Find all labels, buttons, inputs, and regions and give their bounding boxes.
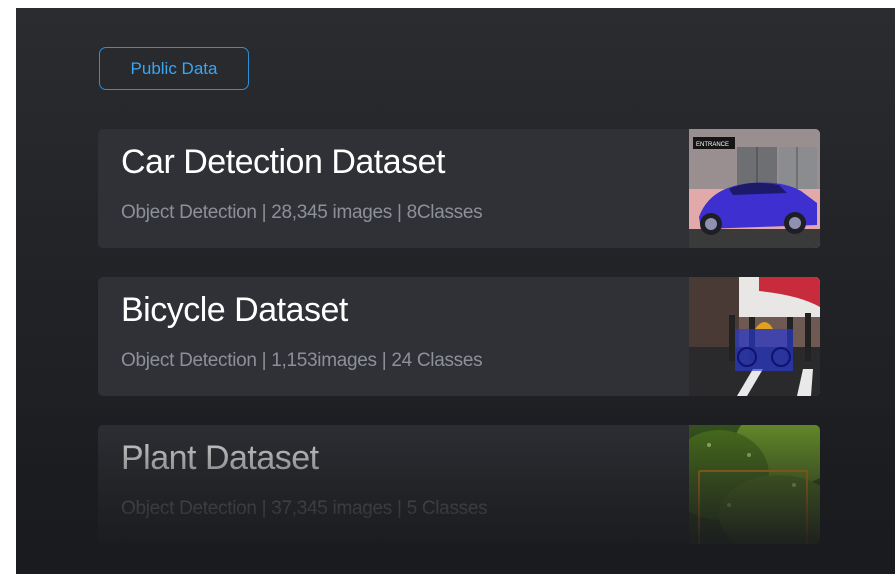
- dataset-card-plant[interactable]: Plant Dataset Object Detection | 37,345 …: [98, 425, 820, 544]
- dataset-meta: Object Detection | 28,345 images | 8Clas…: [121, 202, 483, 223]
- public-data-filter-button[interactable]: Public Data: [99, 47, 249, 90]
- dataset-meta: Object Detection | 1,153images | 24 Clas…: [121, 350, 483, 371]
- dataset-title: Plant Dataset: [121, 439, 319, 477]
- dataset-meta: Object Detection | 37,345 images | 5 Cla…: [121, 498, 488, 519]
- dataset-title: Car Detection Dataset: [121, 143, 446, 181]
- car-thumbnail-image: ENTRANCE: [689, 129, 820, 248]
- app-frame: Public Data Car Detection Dataset Object…: [16, 8, 895, 574]
- dataset-card-bicycle[interactable]: Bicycle Dataset Object Detection | 1,153…: [98, 277, 820, 396]
- dataset-title: Bicycle Dataset: [121, 291, 348, 329]
- bicycle-thumbnail-image: [689, 277, 820, 396]
- entrance-sign-text: ENTRANCE: [696, 142, 729, 148]
- plant-thumbnail-image: [689, 425, 820, 544]
- dataset-card-car[interactable]: Car Detection Dataset Object Detection |…: [98, 129, 820, 248]
